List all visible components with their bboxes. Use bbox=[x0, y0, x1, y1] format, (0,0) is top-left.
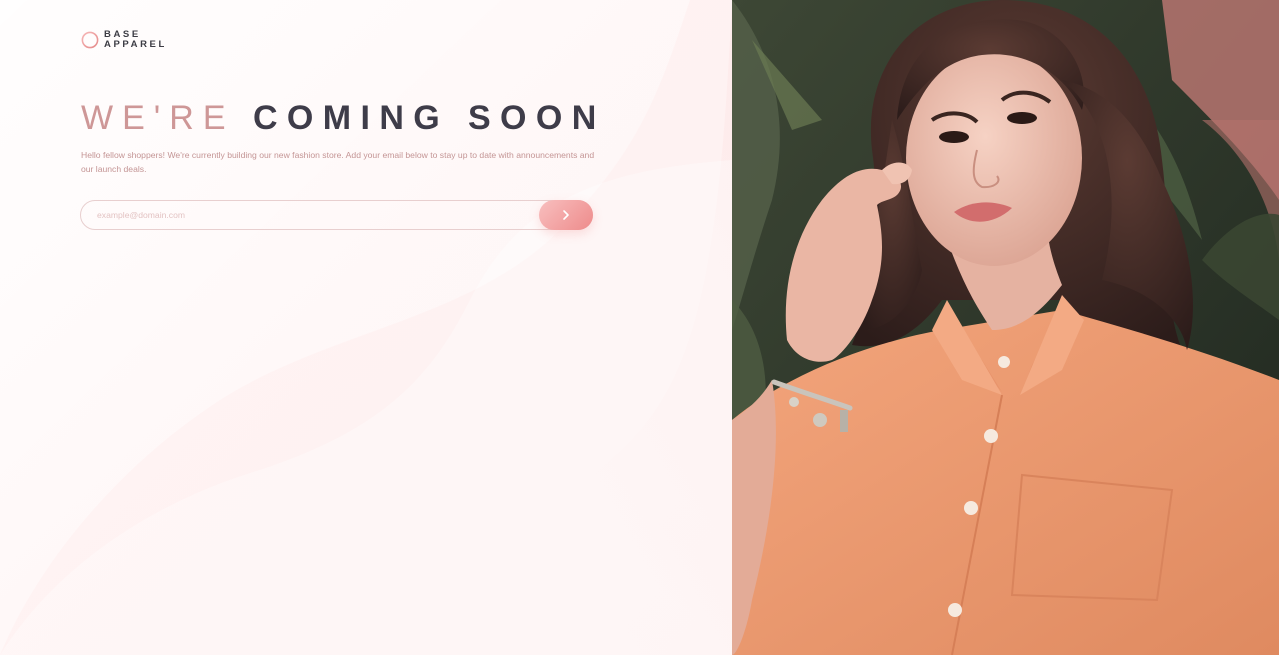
page-title: WE'RE COMING SOON bbox=[81, 96, 606, 140]
intro-text: Hello fellow shoppers! We're currently b… bbox=[81, 150, 595, 174]
brand-logo[interactable]: BASE APPAREL bbox=[81, 30, 167, 50]
hero-image bbox=[732, 0, 1279, 655]
email-input[interactable] bbox=[80, 200, 593, 230]
coming-soon-page: BASE APPAREL WE'RE COMING SOON Hello fel… bbox=[0, 0, 1279, 655]
title-light: WE'RE bbox=[81, 99, 235, 137]
submit-button[interactable] bbox=[539, 200, 593, 230]
brand-name-line2: APPAREL bbox=[104, 39, 167, 50]
woman-in-orange-shirt-photo bbox=[732, 0, 1279, 655]
title-bold: COMING SOON bbox=[252, 99, 606, 137]
chevron-right-icon bbox=[563, 210, 569, 220]
content-panel: BASE APPAREL WE'RE COMING SOON Hello fel… bbox=[0, 0, 732, 655]
circle-logo-icon bbox=[81, 31, 99, 49]
subscribe-form bbox=[80, 200, 593, 230]
brand-name: BASE APPAREL bbox=[104, 30, 167, 50]
